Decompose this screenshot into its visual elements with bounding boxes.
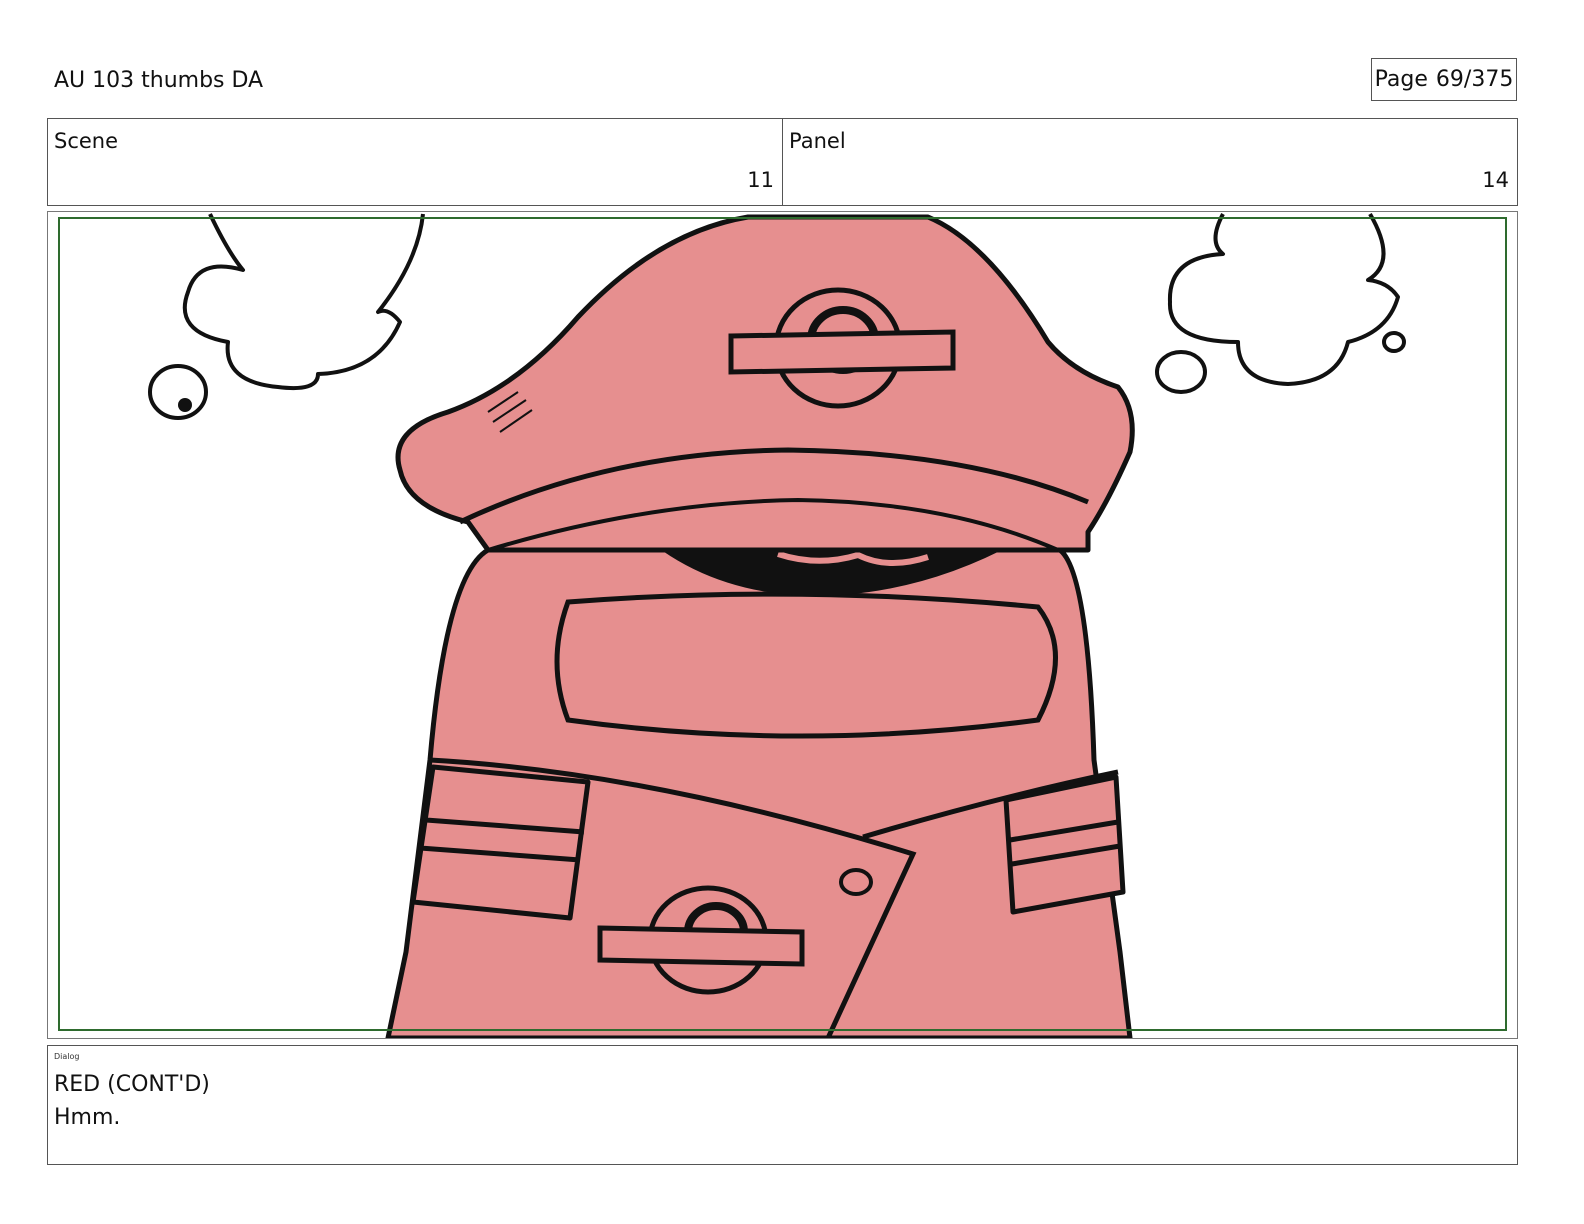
- dialog-line: Hmm.: [54, 1105, 121, 1130]
- scene-label: Scene: [54, 129, 119, 153]
- page-number: 69/375: [1435, 67, 1514, 92]
- jacket-left-patch: [410, 764, 591, 921]
- page-label: Page: [1374, 67, 1428, 92]
- thought-cloud-right-icon: [1155, 212, 1406, 394]
- dialog-label: Dialog: [54, 1052, 80, 1061]
- thought-cloud-left-icon: [148, 213, 425, 420]
- document-title: AU 103 thumbs DA: [54, 68, 264, 93]
- scene-number: 11: [747, 168, 774, 192]
- storyboard-panel: [47, 211, 1518, 1039]
- dialog-box: Dialog RED (CONT'D) Hmm.: [47, 1045, 1518, 1165]
- page-indicator: Page 69/375: [1371, 58, 1517, 101]
- character-visor: [554, 591, 1058, 739]
- panel-drawing: [58, 212, 1507, 1038]
- panel-label: Panel: [789, 129, 846, 153]
- scene-cell: Scene 11: [48, 119, 782, 205]
- jacket-right-patch: [1003, 774, 1126, 915]
- panel-cell: Panel 14: [782, 119, 1517, 205]
- dialog-speaker: RED (CONT'D): [54, 1072, 210, 1097]
- scene-panel-row: Scene 11 Panel 14: [47, 118, 1518, 206]
- panel-number: 14: [1482, 168, 1509, 192]
